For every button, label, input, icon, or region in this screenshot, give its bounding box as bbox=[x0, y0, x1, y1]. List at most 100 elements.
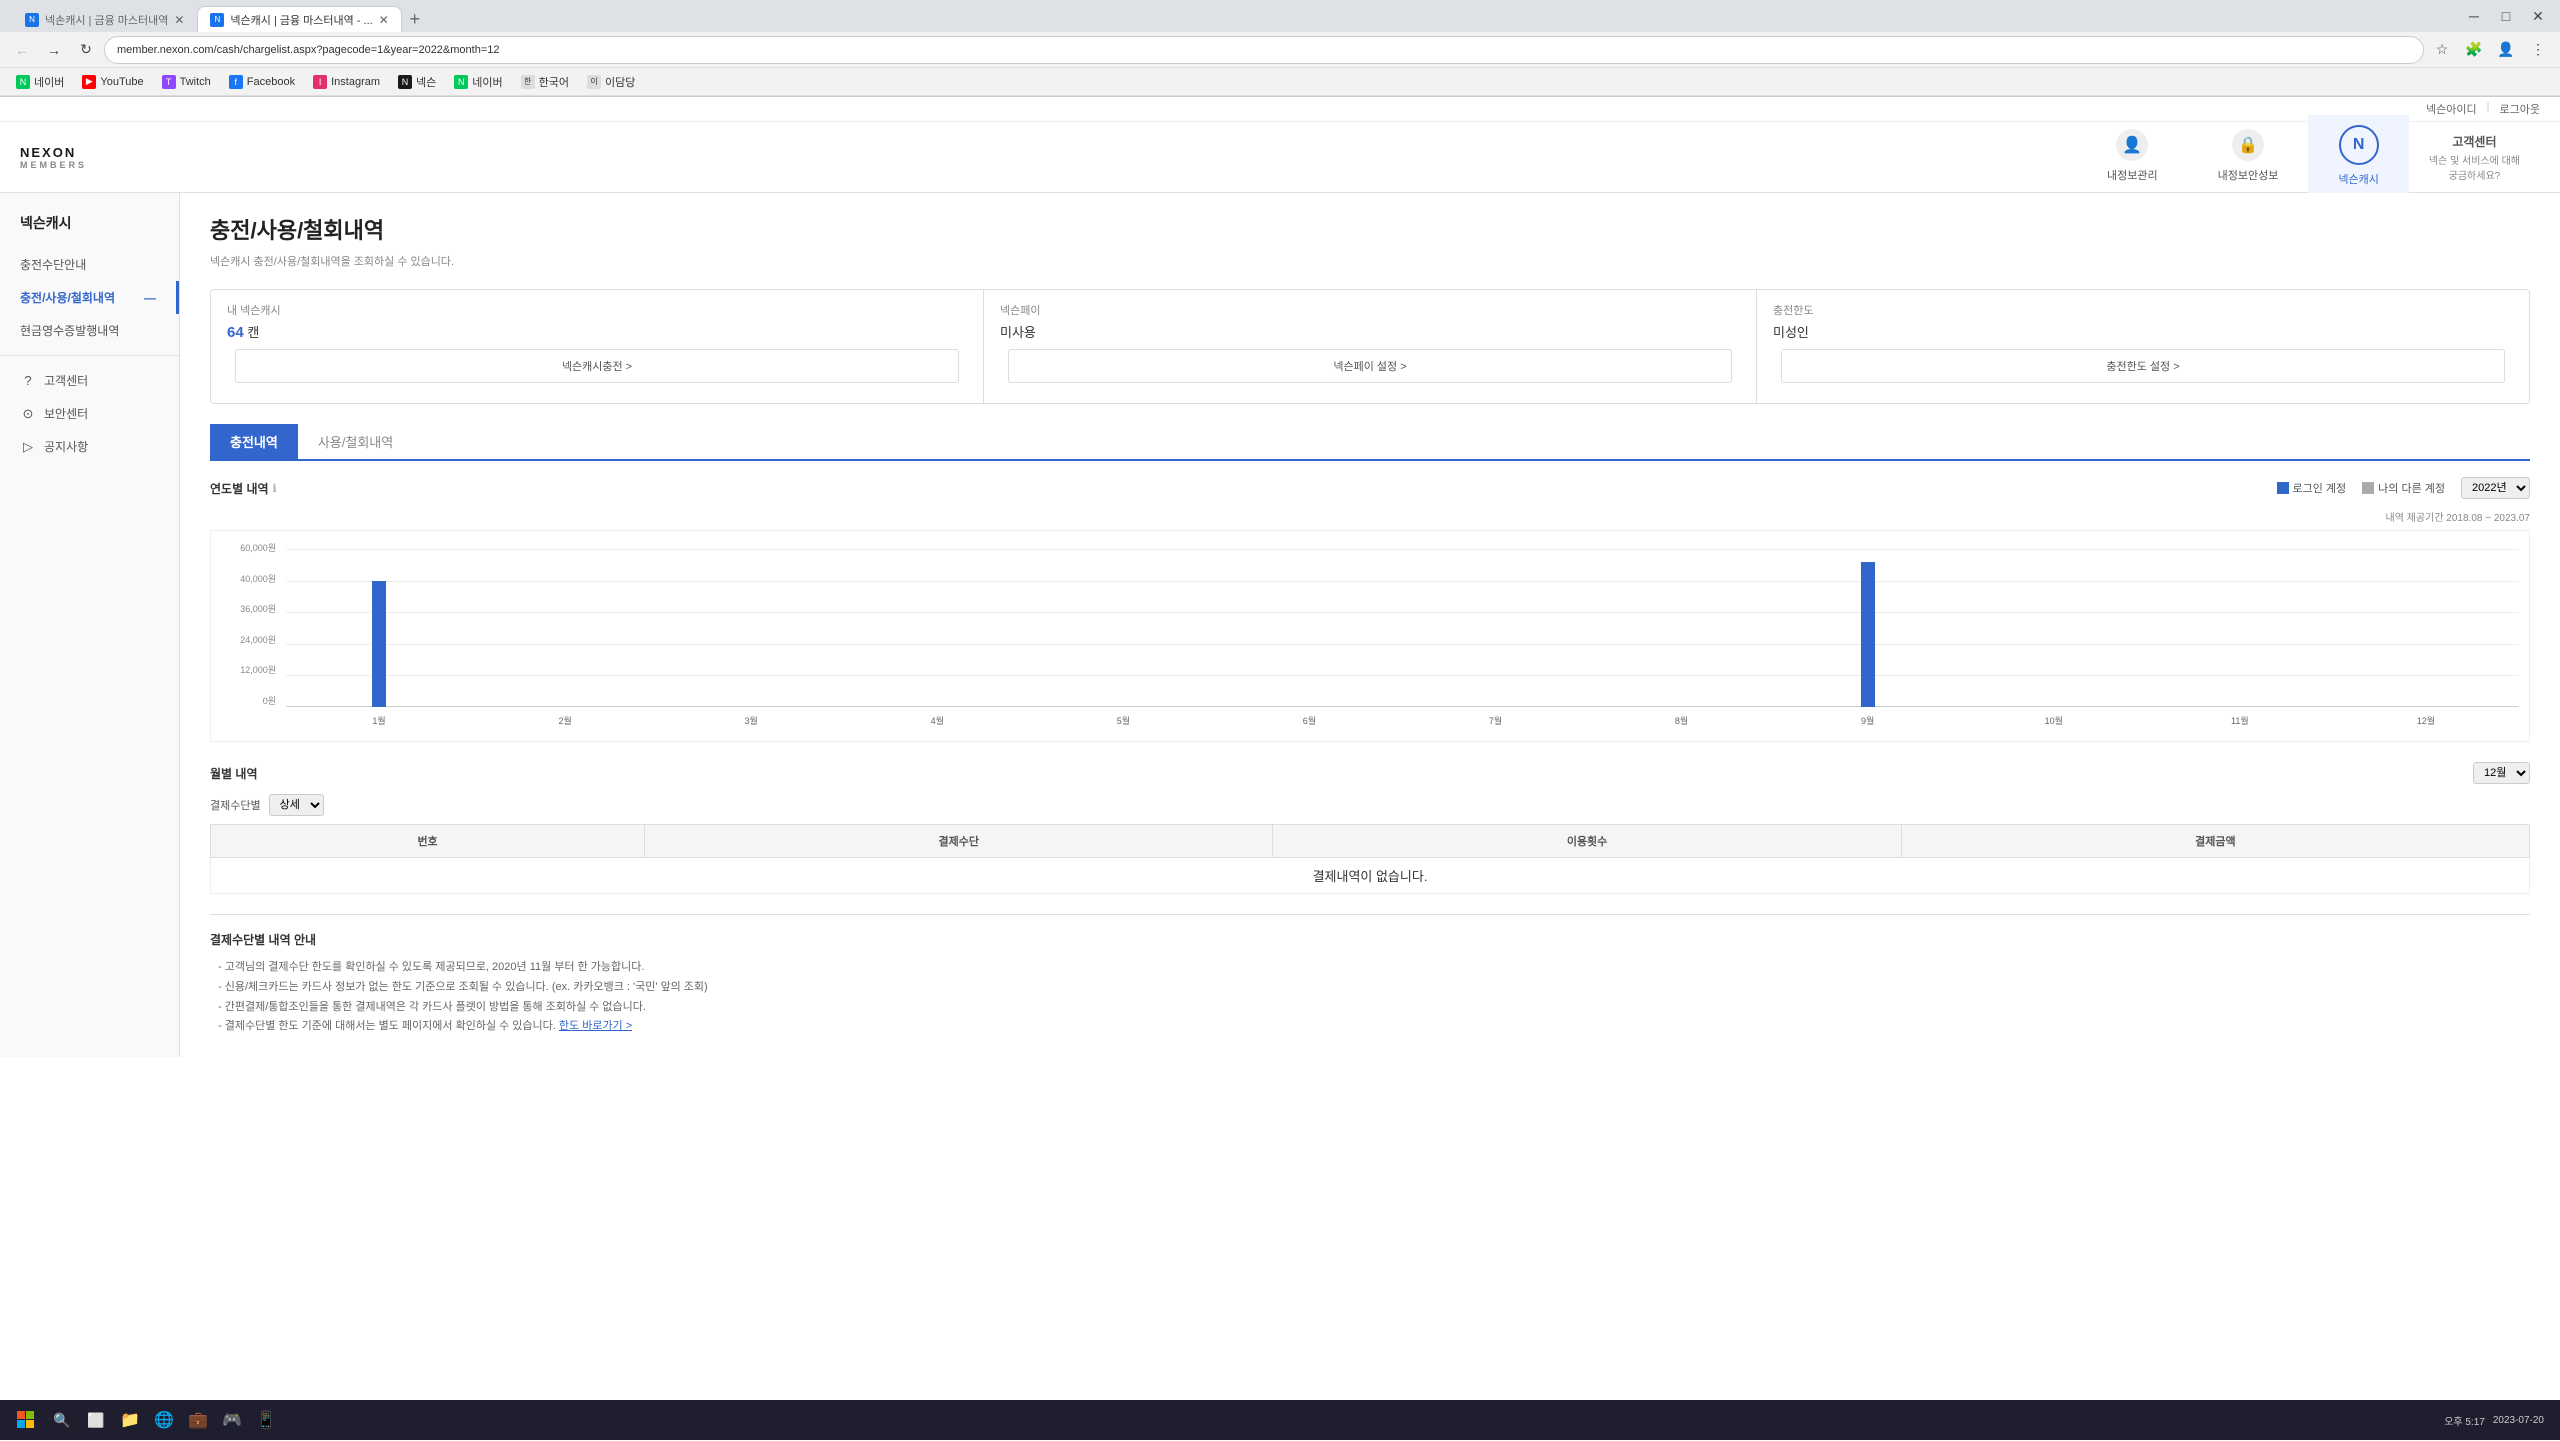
address-bar[interactable]: member.nexon.com/cash/chargelist.aspx?pa… bbox=[104, 36, 2424, 64]
customer-center[interactable]: 고객센터 넥슨 및 서비스에 대해궁금하세요? bbox=[2409, 123, 2540, 192]
nav-item-cash[interactable]: N 넥슨캐시 bbox=[2308, 115, 2408, 200]
new-tab-button[interactable]: + bbox=[402, 6, 428, 32]
sidebar-item-notice[interactable]: ▷ 공지사항 bbox=[0, 430, 179, 463]
app2-taskbar[interactable]: 🎮 bbox=[216, 1404, 248, 1436]
bookmark-nexon[interactable]: N 넥슨 bbox=[390, 72, 444, 92]
bookmark-favicon-facebook: f bbox=[229, 75, 243, 89]
bookmark-star-button[interactable]: ☆ bbox=[2428, 36, 2456, 64]
browser-toolbar: ← → ↻ member.nexon.com/cash/chargelist.a… bbox=[0, 32, 2560, 68]
site-logo: NEXON MEMBERS bbox=[20, 145, 87, 170]
search-taskbar-button[interactable]: 🔍 bbox=[46, 1404, 78, 1436]
notes-title: 결제수단별 내역 안내 bbox=[210, 931, 2530, 948]
month-select[interactable]: 12월 11월 10월 9월 8월 7월 6월 5월 4월 3월 2월 1월 bbox=[2473, 762, 2530, 784]
sidebar-item-charge-info[interactable]: 충전수단안내 bbox=[0, 248, 179, 281]
bookmark-twitch[interactable]: T Twitch bbox=[154, 73, 219, 91]
nexon-cash-link[interactable]: 넥슨캐시충전 > bbox=[235, 349, 959, 383]
bookmark-naver2[interactable]: N 네이버 bbox=[446, 72, 510, 92]
app1-taskbar[interactable]: 💼 bbox=[182, 1404, 214, 1436]
edge-taskbar[interactable]: 🌐 bbox=[148, 1404, 180, 1436]
minimize-button[interactable]: ─ bbox=[2460, 2, 2488, 30]
taskview-button[interactable]: ⬜ bbox=[80, 1404, 112, 1436]
taskbar-right: 오후 5:17 2023-07-20 bbox=[2444, 1413, 2552, 1428]
nexon-cash-label: 내 넥슨캐시 bbox=[227, 302, 967, 318]
sidebar-item-security[interactable]: ⊙ 보안센터 bbox=[0, 397, 179, 430]
th-number: 번호 bbox=[211, 825, 645, 858]
bookmark-label-nexon: 넥슨 bbox=[416, 74, 436, 90]
legend-dot-blue bbox=[2277, 482, 2289, 494]
charge-refund-link[interactable]: 충전한도 설정 > bbox=[1781, 349, 2505, 383]
bookmark-facebook[interactable]: f Facebook bbox=[221, 73, 303, 91]
maximize-button[interactable]: □ bbox=[2492, 2, 2520, 30]
start-button[interactable] bbox=[8, 1402, 44, 1438]
tab-use[interactable]: 사용/철회내역 bbox=[298, 424, 413, 459]
windows-icon bbox=[17, 1411, 35, 1429]
bookmark-favicon-manager: 이 bbox=[587, 75, 601, 89]
stats-row: 내 넥슨캐시 64 캔 넥슨캐시충전 > 넥슨페이 미사용 넥슨페이 설정 > bbox=[210, 289, 2530, 404]
sidebar-item-cash-receipt[interactable]: 현금영수증발행내역 bbox=[0, 314, 179, 347]
sidebar-item-customer[interactable]: ? 고객센터 bbox=[0, 364, 179, 397]
close-window-button[interactable]: ✕ bbox=[2524, 2, 2552, 30]
menu-button[interactable]: ⋮ bbox=[2524, 36, 2552, 64]
payment-title: 월별 내역 bbox=[210, 765, 258, 782]
nav-item-info[interactable]: 👤 내정보관리 bbox=[2077, 119, 2188, 196]
bar-jul-label: 7월 bbox=[1489, 714, 1502, 727]
sidebar-history-label: 충전/사용/철회내역 bbox=[20, 289, 115, 306]
bar-jan-fill bbox=[372, 581, 386, 707]
sidebar-item-history[interactable]: 충전/사용/철회내역 — bbox=[0, 281, 179, 314]
bar-mar-label: 3월 bbox=[745, 714, 758, 727]
nav-info-label: 내정보관리 bbox=[2107, 167, 2158, 183]
sidebar-divider-1 bbox=[0, 355, 179, 356]
legend-dot-gray bbox=[2362, 482, 2374, 494]
empty-message: 결제내역이 없습니다. bbox=[211, 858, 2530, 894]
notes-list: 고객님의 결제수단 한도를 확인하실 수 있도록 제공되므로, 2020년 11… bbox=[210, 958, 2530, 1037]
tab-title-2: 넥슨캐시 | 금융 마스터내역 - ... bbox=[230, 12, 372, 28]
main-layout: 넥슨캐시 충전수단안내 충전/사용/철회내역 — 현금영수증발행내역 ? 고객센… bbox=[0, 193, 2560, 1057]
back-button[interactable]: ← bbox=[8, 36, 36, 64]
charge-refund-value: 미성인 bbox=[1773, 322, 2513, 341]
profile-button[interactable]: 👤 bbox=[2492, 36, 2520, 64]
bar-may-label: 5월 bbox=[1117, 714, 1130, 727]
bar-apr: 4월 bbox=[844, 549, 1030, 707]
nav-security-icon: 🔒 bbox=[2232, 129, 2264, 161]
bookmark-manager[interactable]: 이 이담당 bbox=[579, 72, 643, 92]
extensions-button[interactable]: 🧩 bbox=[2460, 36, 2488, 64]
tab-close-1[interactable]: ✕ bbox=[174, 13, 184, 27]
bar-dec: 12월 bbox=[2333, 549, 2519, 707]
notes-link[interactable]: 한도 바로가기 > bbox=[559, 1020, 632, 1032]
bookmark-instagram[interactable]: I Instagram bbox=[305, 73, 388, 91]
note-item-3: 간편결제/통합조인들을 통한 결제내역은 각 카드사 플랫이 방법을 통해 조회… bbox=[210, 998, 2530, 1018]
charge-refund-link-container: 충전한도 설정 > bbox=[1773, 341, 2513, 391]
bookmark-korean[interactable]: 한 한국어 bbox=[513, 72, 577, 92]
year-select[interactable]: 2022년 2021년 2020년 2019년 2018년 bbox=[2461, 477, 2530, 499]
app3-taskbar[interactable]: 📱 bbox=[250, 1404, 282, 1436]
tab-active[interactable]: N 넥슨캐시 | 금융 마스터내역 - ... ✕ bbox=[197, 6, 401, 32]
note-item-4: 결제수단별 한도 기준에 대해서는 별도 페이지에서 확인하실 수 있습니다. … bbox=[210, 1017, 2530, 1037]
legend-other: 나의 다른 계정 bbox=[2362, 480, 2445, 496]
reload-button[interactable]: ↻ bbox=[72, 36, 100, 64]
browser-tabs: N 넥손캐시 | 금융 마스터내역 ✕ N 넥슨캐시 | 금융 마스터내역 - … bbox=[8, 0, 432, 32]
th-amount: 결제금액 bbox=[1901, 825, 2529, 858]
tab-close-2[interactable]: ✕ bbox=[379, 13, 389, 27]
file-explorer-taskbar[interactable]: 📁 bbox=[114, 1404, 146, 1436]
payment-section: 월별 내역 12월 11월 10월 9월 8월 7월 6월 5월 4월 3월 2… bbox=[210, 762, 2530, 894]
filter-select[interactable]: 상세 전체 bbox=[269, 794, 324, 816]
tab-inactive[interactable]: N 넥손캐시 | 금융 마스터내역 ✕ bbox=[12, 6, 197, 32]
charge-refund-label: 충전한도 bbox=[1773, 302, 2513, 318]
bar-dec-label: 12월 bbox=[2417, 714, 2435, 727]
note-item-1: 고객님의 결제수단 한도를 확인하실 수 있도록 제공되므로, 2020년 11… bbox=[210, 958, 2530, 978]
customer-center-sub: 넥슨 및 서비스에 대해궁금하세요? bbox=[2429, 152, 2520, 182]
nexon-pay-link[interactable]: 넥슨페이 설정 > bbox=[1008, 349, 1732, 383]
bookmark-naver[interactable]: N 네이버 bbox=[8, 72, 72, 92]
bar-nov-label: 11월 bbox=[2231, 714, 2249, 727]
chart-title: 연도별 내역 bbox=[210, 480, 269, 497]
sidebar-title: 넥슨캐시 bbox=[0, 213, 179, 248]
sidebar-menu: 충전수단안내 충전/사용/철회내역 — 현금영수증발행내역 ? 고객센터 ⊙ 보… bbox=[0, 248, 179, 463]
tab-charge[interactable]: 충전내역 bbox=[210, 424, 298, 459]
forward-button[interactable]: → bbox=[40, 36, 68, 64]
bookmark-label-instagram: Instagram bbox=[331, 76, 380, 88]
bookmark-youtube[interactable]: ▶ YouTube bbox=[74, 73, 151, 91]
nav-item-security[interactable]: 🔒 내정보안성보 bbox=[2188, 119, 2309, 196]
nav-cash-icon: N bbox=[2339, 125, 2379, 165]
bar-oct-label: 10월 bbox=[2045, 714, 2063, 727]
bar-sep-label: 9월 bbox=[1861, 714, 1874, 727]
